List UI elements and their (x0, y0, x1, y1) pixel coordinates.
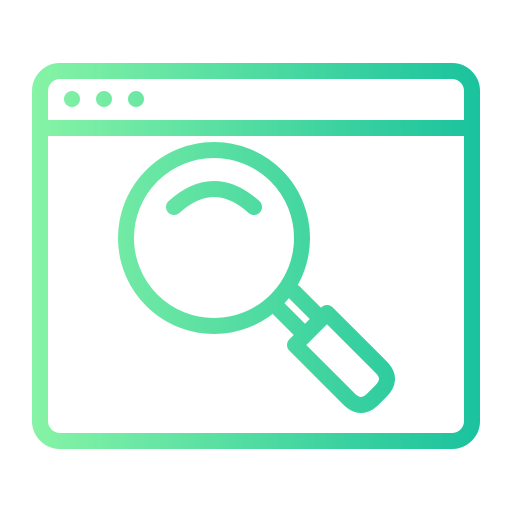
icon-canvas (0, 0, 512, 512)
window-dot-2 (96, 91, 112, 107)
window-dot-3 (128, 91, 144, 107)
magnifier-handle (287, 305, 395, 413)
browser-search-icon (32, 63, 480, 449)
window-dot-1 (64, 91, 80, 107)
magnifier-highlight (166, 181, 262, 215)
